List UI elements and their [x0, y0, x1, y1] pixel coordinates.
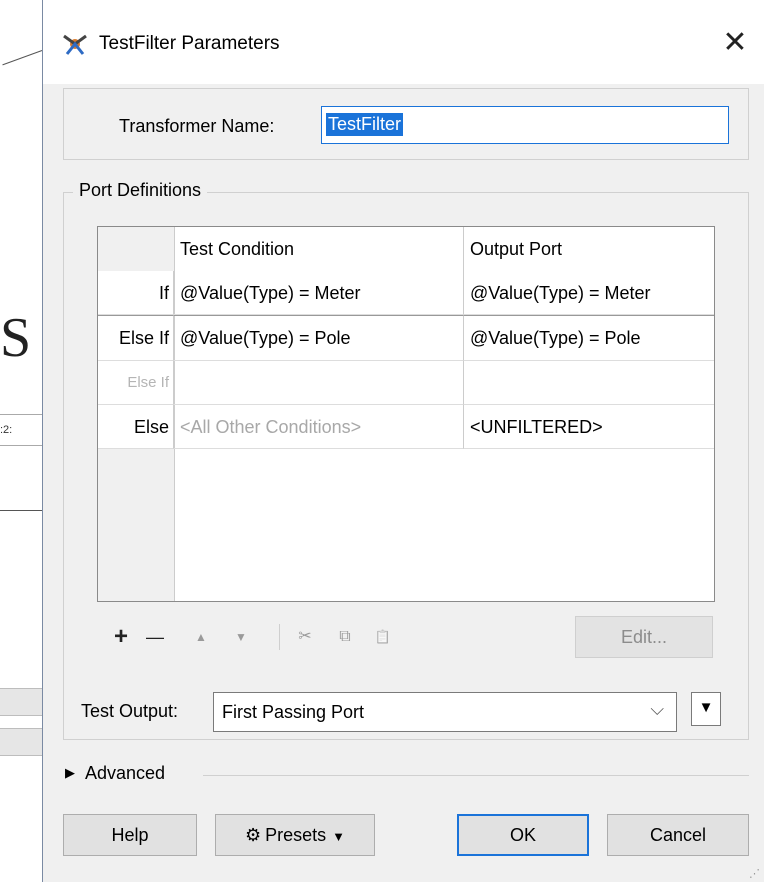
condition-cell[interactable]: @Value(Type) = Meter [174, 271, 464, 315]
edit-button[interactable]: Edit... [575, 616, 713, 658]
canvas-text-fragment: S [0, 307, 32, 369]
presets-label: Presets [265, 825, 327, 845]
condition-cell-else: <All Other Conditions> [174, 405, 464, 449]
testfilter-parameters-dialog: TestFilter Parameters ✕ Transformer Name… [42, 0, 764, 882]
row-keyword-if: If [98, 271, 174, 315]
canvas-connector-line [2, 50, 43, 66]
dialog-title: TestFilter Parameters [99, 33, 280, 54]
output-port-cell[interactable]: @Value(Type) = Meter [464, 271, 714, 315]
remove-row-button[interactable]: — [143, 616, 167, 658]
ok-button[interactable]: OK [457, 814, 589, 856]
row-keyword-else: Else [98, 405, 174, 449]
move-down-icon[interactable]: ▼ [229, 616, 253, 658]
copy-icon[interactable]: ⧉ [333, 616, 357, 658]
transformer-icon [63, 34, 87, 55]
test-output-value: First Passing Port [222, 702, 365, 722]
canvas-node-fragment: :2: [0, 414, 43, 446]
port-definitions-label: Port Definitions [73, 180, 208, 201]
condition-cell[interactable]: @Value(Type) = Pole [174, 315, 464, 361]
transformer-name-value: TestFilter [326, 113, 404, 136]
cancel-button[interactable]: Cancel [607, 814, 749, 856]
transformer-name-input[interactable]: TestFilter [321, 106, 729, 144]
advanced-toggle[interactable]: ▶ Advanced [65, 763, 165, 784]
gear-icon: ⚙ [244, 825, 262, 845]
triangle-down-icon: ▼ [698, 699, 714, 716]
condition-cell-empty[interactable] [174, 361, 464, 405]
advanced-divider [203, 775, 749, 776]
canvas-connector-line [0, 510, 42, 511]
title-bar: TestFilter Parameters ✕ [43, 0, 764, 84]
port-definitions-table: Test Condition Output Port If @Value(Typ… [97, 226, 715, 602]
toolbar-separator [279, 624, 280, 650]
expand-arrow-icon: ▶ [65, 765, 75, 780]
move-up-icon[interactable]: ▲ [189, 616, 213, 658]
test-output-menu-button[interactable]: ▼ [691, 692, 721, 726]
column-divider [174, 449, 175, 601]
cut-icon[interactable]: ✂ [293, 616, 317, 658]
output-port-cell-else[interactable]: <UNFILTERED> [464, 405, 714, 449]
canvas-panel-fragment [0, 688, 42, 716]
test-output-select[interactable]: First Passing Port ⌵ [213, 692, 677, 732]
output-port-cell[interactable]: @Value(Type) = Pole [464, 315, 714, 361]
transformer-name-label: Transformer Name: [119, 116, 275, 136]
output-port-cell-empty[interactable] [464, 361, 714, 405]
paste-icon[interactable]: 📋 [371, 616, 395, 658]
column-header-test-condition[interactable]: Test Condition [174, 227, 464, 271]
help-button[interactable]: Help [63, 814, 197, 856]
row-keyword-else-if: Else If [98, 315, 174, 361]
close-button[interactable]: ✕ [705, 18, 764, 68]
canvas-panel-fragment [0, 728, 42, 756]
chevron-down-icon: ⌵ [650, 699, 664, 719]
presets-button[interactable]: ⚙ Presets ▼ [215, 814, 375, 856]
add-row-button[interactable]: + [109, 616, 133, 658]
resize-grip-icon[interactable]: ⋰ [749, 869, 760, 880]
row-keyword-else-if-empty: Else If [98, 361, 174, 405]
test-output-label: Test Output: [81, 701, 179, 721]
column-header-output-port[interactable]: Output Port [464, 227, 714, 271]
dropdown-caret-icon: ▼ [332, 829, 346, 844]
advanced-label: Advanced [85, 763, 166, 783]
